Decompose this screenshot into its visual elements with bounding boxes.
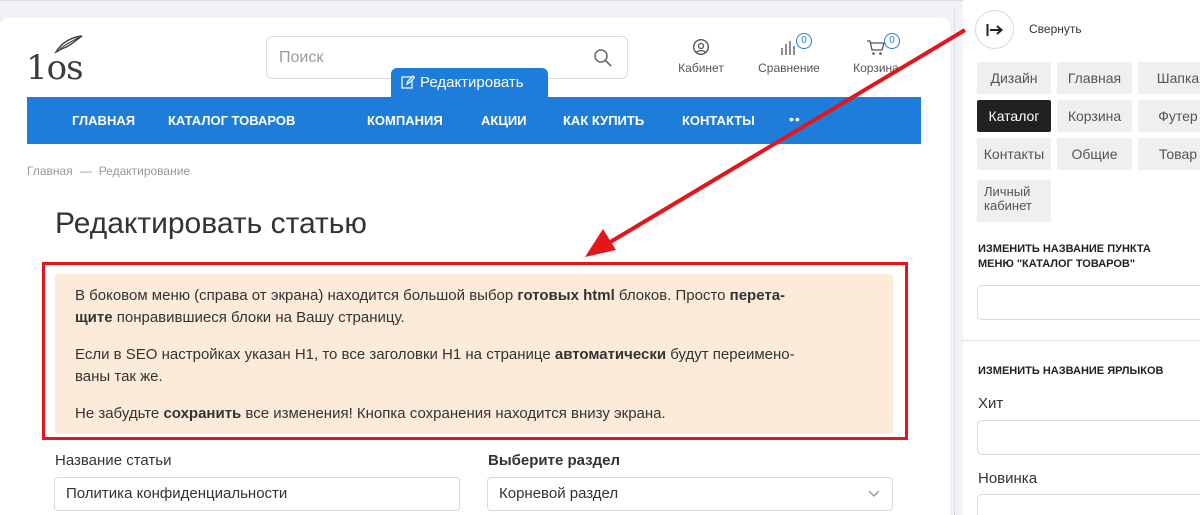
section-select-label: Выберите раздел <box>488 452 621 469</box>
header-cabinet[interactable]: Кабинет <box>673 38 729 75</box>
search-icon[interactable] <box>593 48 613 68</box>
tab-contacts[interactable]: Контакты <box>977 138 1051 170</box>
catalog-menu-name-input[interactable] <box>977 285 1200 320</box>
page-title: Редактировать статью <box>55 207 367 240</box>
panel-divider <box>954 10 955 515</box>
nav-item-contacts[interactable]: КОНТАКТЫ <box>682 97 755 144</box>
tab-cart[interactable]: Корзина <box>1057 100 1132 132</box>
main-nav: ГЛАВНАЯ КАТАЛОГ ТОВАРОВ КОМПАНИЯ АКЦИИ К… <box>27 97 921 144</box>
tab-product[interactable]: Товар <box>1138 138 1200 170</box>
nav-item-how-to-buy[interactable]: КАК КУПИТЬ <box>563 97 644 144</box>
highlight-annotation-box <box>42 262 908 440</box>
header-cart[interactable]: 0 Корзина <box>848 33 904 75</box>
breadcrumb-separator: — <box>79 164 92 178</box>
label-new-caption: Новинка <box>978 470 1038 487</box>
nav-item-home[interactable]: ГЛАВНАЯ <box>72 97 135 144</box>
tab-personal-account[interactable]: Личный кабинет <box>977 180 1051 222</box>
header-compare[interactable]: 0 Сравнение <box>754 33 824 75</box>
header-compare-label: Сравнение <box>758 61 820 75</box>
nav-more-button[interactable]: •• <box>789 97 801 144</box>
collapse-panel-button[interactable] <box>975 10 1014 49</box>
nav-item-catalog[interactable]: КАТАЛОГ ТОВАРОВ <box>168 97 295 144</box>
panel-section-divider <box>963 340 1200 341</box>
section-select[interactable]: Корневой раздел <box>487 477 893 511</box>
logo-text: 1os <box>26 48 84 88</box>
tab-design[interactable]: Дизайн <box>977 62 1051 94</box>
compare-icon: 0 <box>754 33 824 58</box>
breadcrumb: Главная — Редактирование <box>27 164 190 178</box>
collapse-panel-label[interactable]: Свернуть <box>1029 22 1082 36</box>
user-icon <box>673 38 729 58</box>
article-name-input[interactable]: Политика конфиденциальности <box>54 477 460 511</box>
screen: 1os Кабинет 0 Сравнение 0 Корзина Редакт… <box>0 0 1200 515</box>
top-divider <box>0 0 965 10</box>
tab-footer[interactable]: Футер <box>1138 100 1200 132</box>
header-cabinet-label: Кабинет <box>678 61 724 75</box>
nav-item-company[interactable]: КОМПАНИЯ <box>367 97 443 144</box>
label-new-input[interactable] <box>977 494 1200 515</box>
edit-page-button-label: Редактировать <box>420 74 524 91</box>
nav-item-promo[interactable]: АКЦИИ <box>481 97 527 144</box>
tab-header[interactable]: Шапка <box>1138 62 1200 94</box>
collapse-arrow-icon <box>986 24 1004 36</box>
panel-section-menu-title: ИЗМЕНИТЬ НАЗВАНИЕ ПУНКТА МЕНЮ "КАТАЛОГ ТО… <box>978 243 1151 270</box>
edit-page-button[interactable]: Редактировать <box>391 68 548 97</box>
label-hit-caption: Хит <box>978 395 1004 412</box>
article-name-label: Название статьи <box>55 452 172 469</box>
compare-count-badge: 0 <box>796 33 812 49</box>
header-cart-label: Корзина <box>853 61 899 75</box>
cart-count-badge: 0 <box>884 33 900 49</box>
breadcrumb-home[interactable]: Главная <box>27 164 73 178</box>
panel-section-labels-title: ИЗМЕНИТЬ НАЗВАНИЕ ЯРЛЫКОВ <box>978 365 1164 377</box>
cart-icon: 0 <box>848 33 904 58</box>
tab-catalog[interactable]: Каталог <box>977 100 1051 132</box>
label-hit-input[interactable] <box>977 420 1200 455</box>
site-logo[interactable]: 1os <box>26 34 86 88</box>
breadcrumb-current: Редактирование <box>98 164 191 178</box>
chevron-down-icon <box>868 490 880 497</box>
tab-general[interactable]: Общие <box>1057 138 1132 170</box>
section-select-value: Корневой раздел <box>499 485 619 502</box>
tab-main[interactable]: Главная <box>1057 62 1132 94</box>
pencil-icon <box>401 75 416 89</box>
